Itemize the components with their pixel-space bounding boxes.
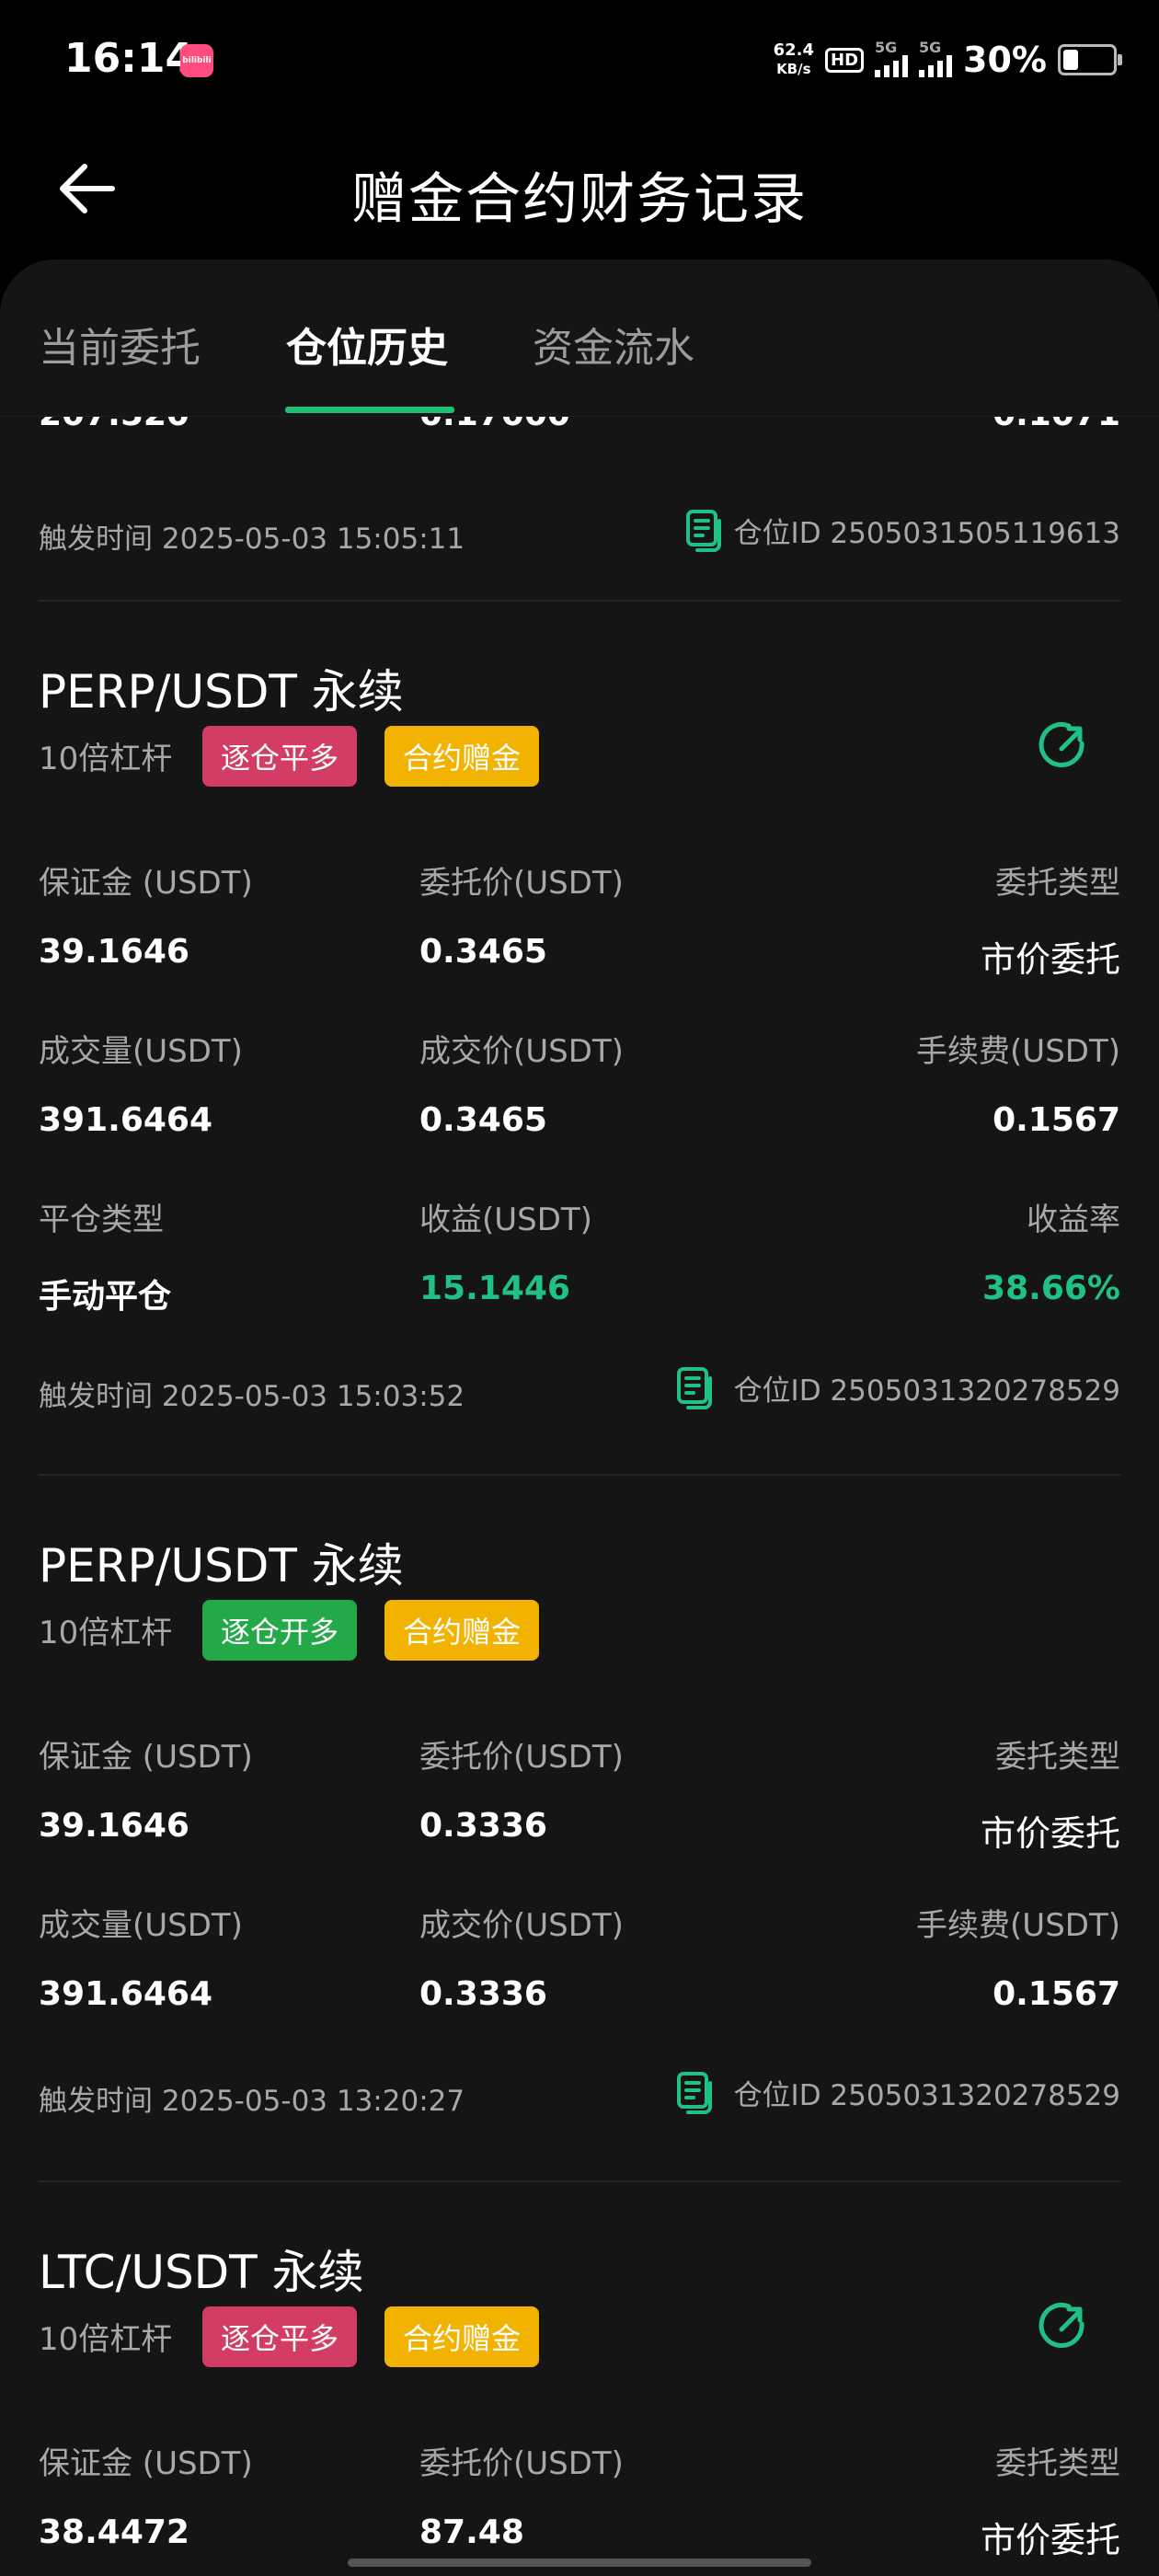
volume-value: 391.6464 (39, 1975, 213, 2013)
card-divider (39, 600, 1120, 602)
home-indicator[interactable] (348, 2559, 811, 2567)
direction-tag: 逐仓平多 (202, 726, 357, 787)
fee-label: 手续费(USDT) (916, 1907, 1120, 1944)
order-type-value: 市价委托 (980, 2520, 1120, 2560)
order-type-label: 委托类型 (995, 865, 1120, 902)
bilibili-app-icon: bilibili (180, 44, 213, 77)
share-icon[interactable] (1034, 716, 1093, 775)
system-indicators: 62.4 KB/s HD 5G 5G 30% (774, 37, 1122, 83)
margin-value: 39.1646 (39, 1807, 189, 1845)
tab-bar: 当前委托 仓位历史 资金流水 (0, 259, 1159, 417)
position-id: 仓位ID 2505031320278529 (733, 1374, 1120, 1408)
pnl-label: 收益(USDT) (419, 1202, 592, 1238)
volume-value: 391.6464 (39, 1101, 213, 1139)
position-id-copy-icon[interactable] (683, 508, 727, 552)
margin-label: 保证金 (USDT) (39, 865, 253, 902)
pnl-value: 15.1446 (419, 1270, 570, 1307)
page-title: 赠金合约财务记录 (351, 167, 808, 232)
direction-tag: 逐仓平多 (202, 2306, 357, 2367)
signal-icon-sim2: 5G (919, 39, 953, 77)
order-type-label: 委托类型 (995, 1739, 1120, 1776)
sim1-network-label: 5G (875, 39, 898, 56)
position-id-copy-icon[interactable] (673, 2070, 717, 2114)
trigger-time: 触发时间 2025-05-03 15:05:11 (39, 523, 465, 556)
order-price-value: 0.3336 (419, 1807, 547, 1845)
fee-value: 0.1567 (993, 1975, 1120, 2013)
roi-label: 收益率 (1027, 1202, 1120, 1238)
margin-value: 38.4472 (39, 2513, 189, 2551)
bonus-tag: 合约赠金 (384, 1600, 539, 1661)
order-price-value: 0.3465 (419, 933, 547, 971)
direction-tag: 逐仓开多 (202, 1600, 357, 1661)
signal-icon-sim1: 5G (875, 39, 909, 77)
card-divider (39, 2180, 1120, 2182)
contract-pair: LTC/USDT 永续 (39, 2246, 364, 2299)
position-id: 仓位ID 2505031320278529 (733, 2079, 1120, 2112)
page-header: 赠金合约财务记录 (0, 129, 1159, 258)
network-speed: 62.4 KB/s (774, 41, 814, 78)
tab-position-history[interactable]: 仓位历史 (286, 315, 448, 374)
close-type-label: 平仓类型 (39, 1202, 164, 1238)
margin-value: 39.1646 (39, 933, 189, 971)
active-tab-indicator (285, 407, 454, 413)
tab-fund-flow[interactable]: 资金流水 (533, 315, 694, 374)
battery-percent: 30% (963, 40, 1047, 80)
close-type-value: 手动平仓 (39, 1278, 172, 1316)
fill-price-label: 成交价(USDT) (419, 1033, 624, 1070)
card-divider (39, 1474, 1120, 1476)
order-price-label: 委托价(USDT) (419, 2445, 624, 2482)
margin-label: 保证金 (USDT) (39, 2445, 253, 2482)
roi-value: 38.66% (982, 1270, 1120, 1307)
status-time: 16:14 (64, 35, 194, 82)
fee-label: 手续费(USDT) (916, 1033, 1120, 1070)
order-price-label: 委托价(USDT) (419, 865, 624, 902)
tab-current-orders[interactable]: 当前委托 (39, 315, 201, 374)
order-type-value: 市价委托 (980, 1813, 1120, 1854)
battery-icon (1058, 44, 1122, 75)
volume-label: 成交量(USDT) (39, 1033, 243, 1070)
network-speed-unit: KB/s (776, 61, 811, 77)
order-price-label: 委托价(USDT) (419, 1739, 624, 1776)
trigger-time: 触发时间 2025-05-03 13:20:27 (39, 2085, 465, 2118)
status-bar: 16:14 bilibili 62.4 KB/s HD 5G 5G 30% (0, 0, 1159, 129)
position-id: 仓位ID 2505031505119613 (733, 517, 1120, 550)
leverage-label: 10倍杠杆 (39, 2321, 173, 2358)
bilibili-app-label: bilibili (182, 56, 212, 65)
fee-value: 0.1567 (993, 1101, 1120, 1139)
leverage-label: 10倍杠杆 (39, 1615, 173, 1651)
network-speed-value: 62.4 (773, 40, 815, 60)
bonus-tag: 合约赠金 (384, 2306, 539, 2367)
leverage-label: 10倍杠杆 (39, 741, 173, 777)
bonus-tag: 合约赠金 (384, 726, 539, 787)
contract-pair: PERP/USDT 永续 (39, 665, 404, 719)
fill-price-value: 0.3465 (419, 1101, 547, 1139)
order-price-value: 87.48 (419, 2513, 524, 2551)
order-type-label: 委托类型 (995, 2445, 1120, 2482)
margin-label: 保证金 (USDT) (39, 1739, 253, 1776)
position-id-copy-icon[interactable] (673, 1365, 717, 1409)
contract-pair: PERP/USDT 永续 (39, 1539, 404, 1593)
trigger-time: 触发时间 2025-05-03 15:03:52 (39, 1380, 465, 1413)
fill-price-value: 0.3336 (419, 1975, 547, 2013)
volume-label: 成交量(USDT) (39, 1907, 243, 1944)
records-panel: 当前委托 仓位历史 资金流水 207.520 0.17000 0.1071 触发… (0, 259, 1159, 2576)
sim2-network-label: 5G (919, 39, 942, 56)
share-icon[interactable] (1034, 2296, 1093, 2355)
fill-price-label: 成交价(USDT) (419, 1907, 624, 1944)
hd-voice-icon: HD (825, 47, 865, 73)
order-type-value: 市价委托 (980, 939, 1120, 980)
